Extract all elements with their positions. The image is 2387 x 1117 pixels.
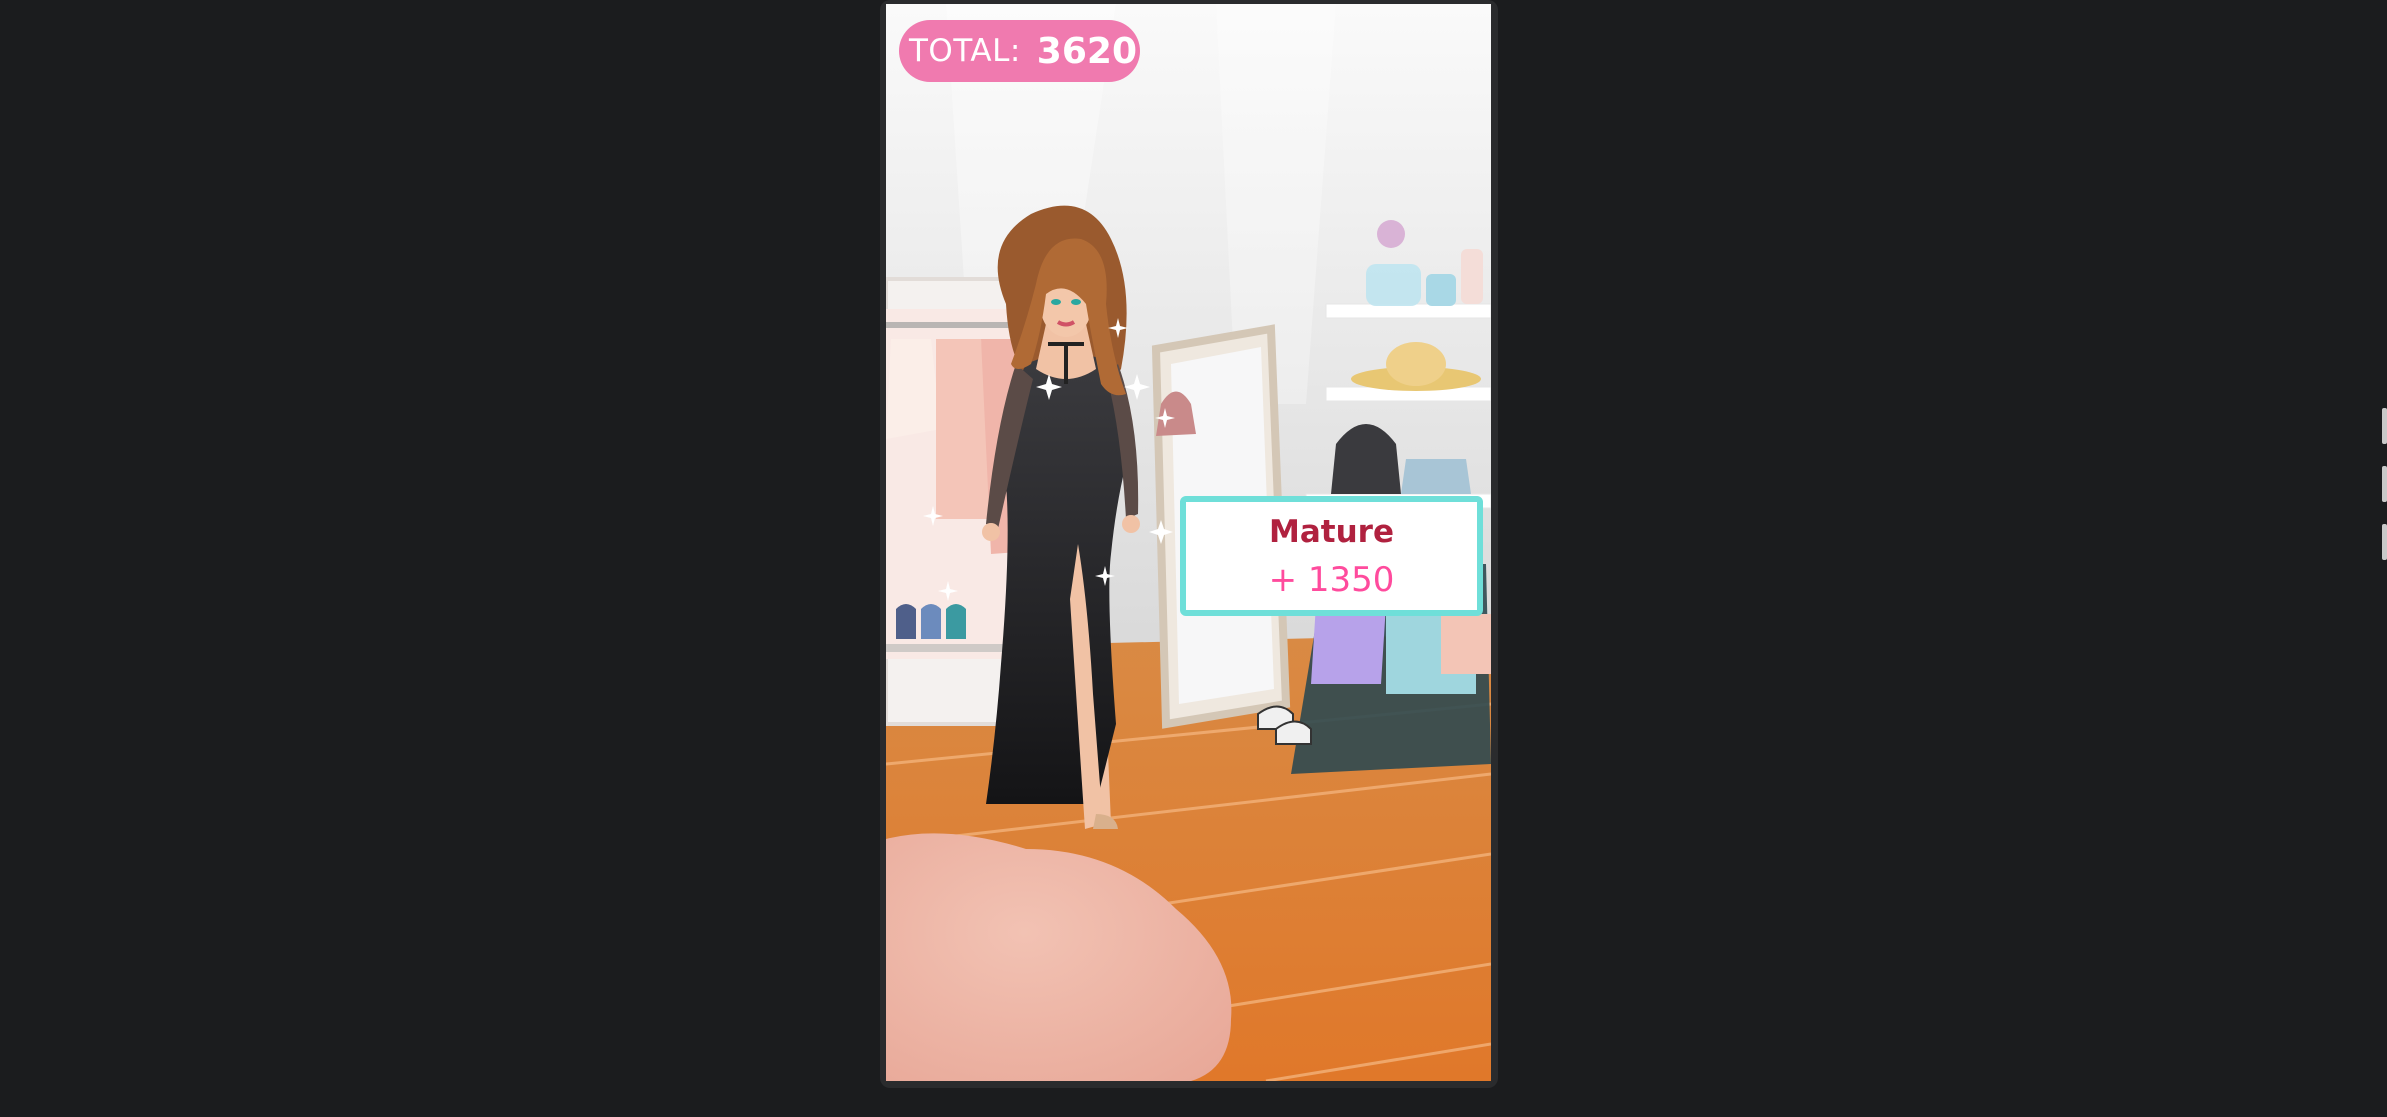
style-score-card: Mature + 1350 [1180, 496, 1483, 616]
total-value: 3620 [1036, 30, 1137, 72]
game-screen: TOTAL: 3620 Mature + 1350 [886, 4, 1491, 1081]
total-label: TOTAL: [909, 33, 1021, 69]
total-score-pill: TOTAL: 3620 [899, 20, 1140, 82]
edge-indicator [2382, 408, 2387, 444]
edge-indicator [2382, 466, 2387, 502]
edge-indicator [2382, 524, 2387, 560]
style-name: Mature [1269, 514, 1394, 550]
style-points: + 1350 [1268, 560, 1395, 600]
